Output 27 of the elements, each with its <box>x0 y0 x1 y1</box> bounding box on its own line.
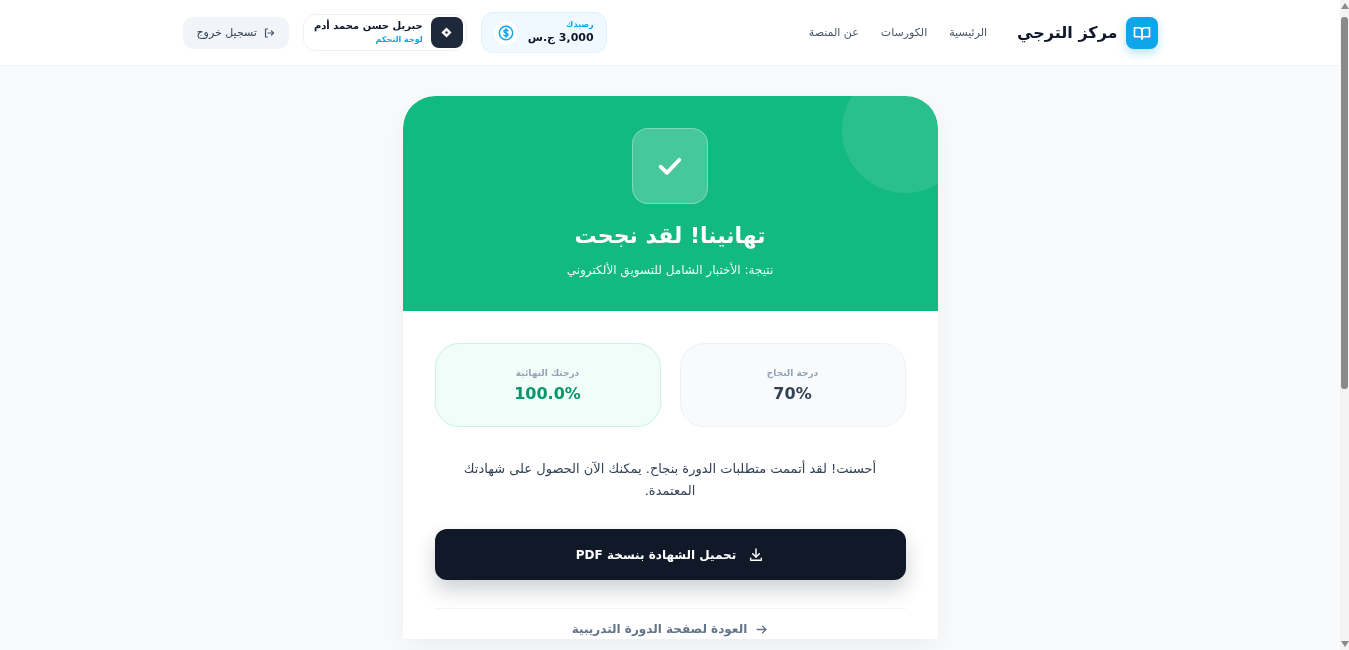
diamond-icon[interactable] <box>430 17 463 48</box>
scroll-down-icon[interactable] <box>1340 641 1349 647</box>
stat-label: درجتك النهائية <box>515 367 580 378</box>
logout-button[interactable]: تسجيل خروج <box>182 16 289 49</box>
result-subtitle: نتيجة: الأختبار الشامل للتسويق الألكتروني <box>566 261 774 280</box>
success-message: أحسنت! لقد أتممت متطلبات الدورة بنجاح. يمكنك الآن الحصول على شهادتك المعتمدة. <box>462 459 878 500</box>
nav-link[interactable]: الرئيسية <box>949 26 988 39</box>
balance-amount: 3,000 ج.س <box>527 30 594 45</box>
download-icon <box>748 546 765 563</box>
scrollbar-track[interactable] <box>1340 0 1349 650</box>
balance-label: رصيدك <box>566 20 594 31</box>
back-link[interactable]: العودة لصفحة الدورة التدريبية <box>571 619 769 639</box>
book-icon[interactable] <box>1125 16 1158 49</box>
scroll-up-icon[interactable] <box>1340 3 1349 9</box>
check-icon <box>632 128 708 204</box>
stat-value: 70% <box>773 383 812 403</box>
download-button[interactable]: تحميل الشهادة بنسخة PDF <box>434 529 906 580</box>
stat-value: 100.0% <box>514 383 581 403</box>
user-name: جبريل حسن محمد أدم <box>313 19 423 34</box>
logout-icon <box>262 26 275 39</box>
scrollbar-thumb[interactable] <box>1341 17 1348 389</box>
stat-label: درجة النجاح <box>766 367 819 378</box>
nav-link[interactable]: عن المنصة <box>808 26 859 39</box>
site-title[interactable]: مركز الترجي <box>1017 23 1118 42</box>
dollar-coin-icon <box>493 20 518 45</box>
result-title: تهانينا! لقد نجحت <box>574 222 766 251</box>
nav-link[interactable]: الكورسات <box>880 26 928 39</box>
